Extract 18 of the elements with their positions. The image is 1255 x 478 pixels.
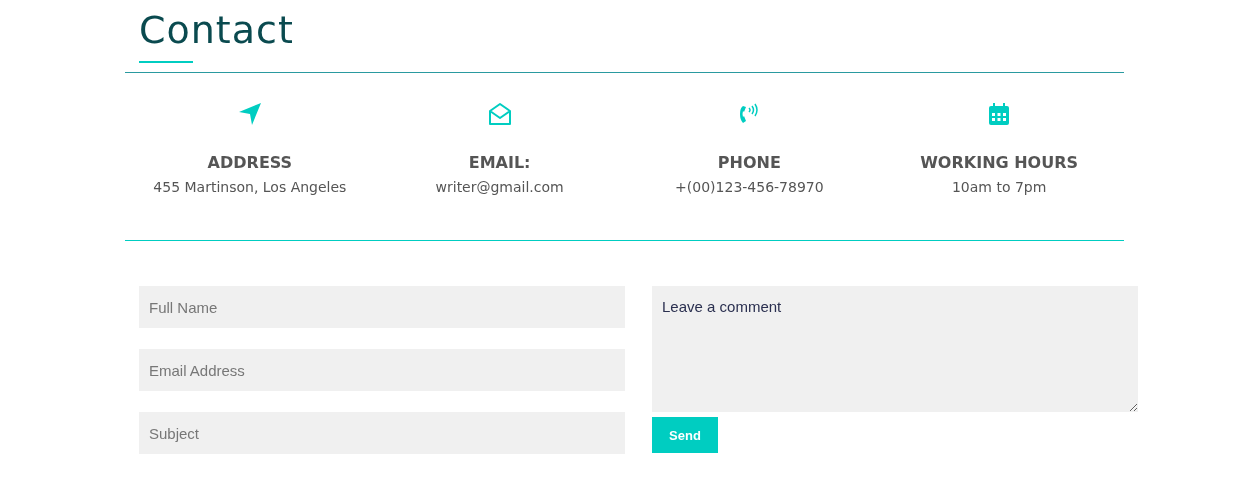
text-field[interactable]: Full Name (139, 286, 625, 328)
info-value: 455 Martinson, Los Angeles (153, 178, 347, 197)
comment-field[interactable]: Leave a comment (652, 286, 1138, 412)
text-field[interactable]: Email Address (139, 349, 625, 391)
info-heading: EMAIL: (468, 153, 531, 173)
info-heading: PHONE (717, 153, 781, 173)
calendar-icon (989, 103, 1010, 125)
info-value: 10am to 7pm (951, 178, 1047, 197)
info-value: writer@gmail.com (435, 178, 564, 197)
page-title: Contact (138, 7, 295, 52)
envelope-icon (487, 102, 512, 126)
phone-icon (739, 102, 760, 126)
info-value: +(00)123-456-78970 (675, 178, 824, 197)
navigation-arrow-icon (237, 102, 262, 126)
info-heading: WORKING HOURS (920, 153, 1079, 173)
title-underline (139, 61, 193, 63)
text-field[interactable]: Subject (139, 412, 625, 454)
info-heading: ADDRESS (207, 153, 293, 173)
